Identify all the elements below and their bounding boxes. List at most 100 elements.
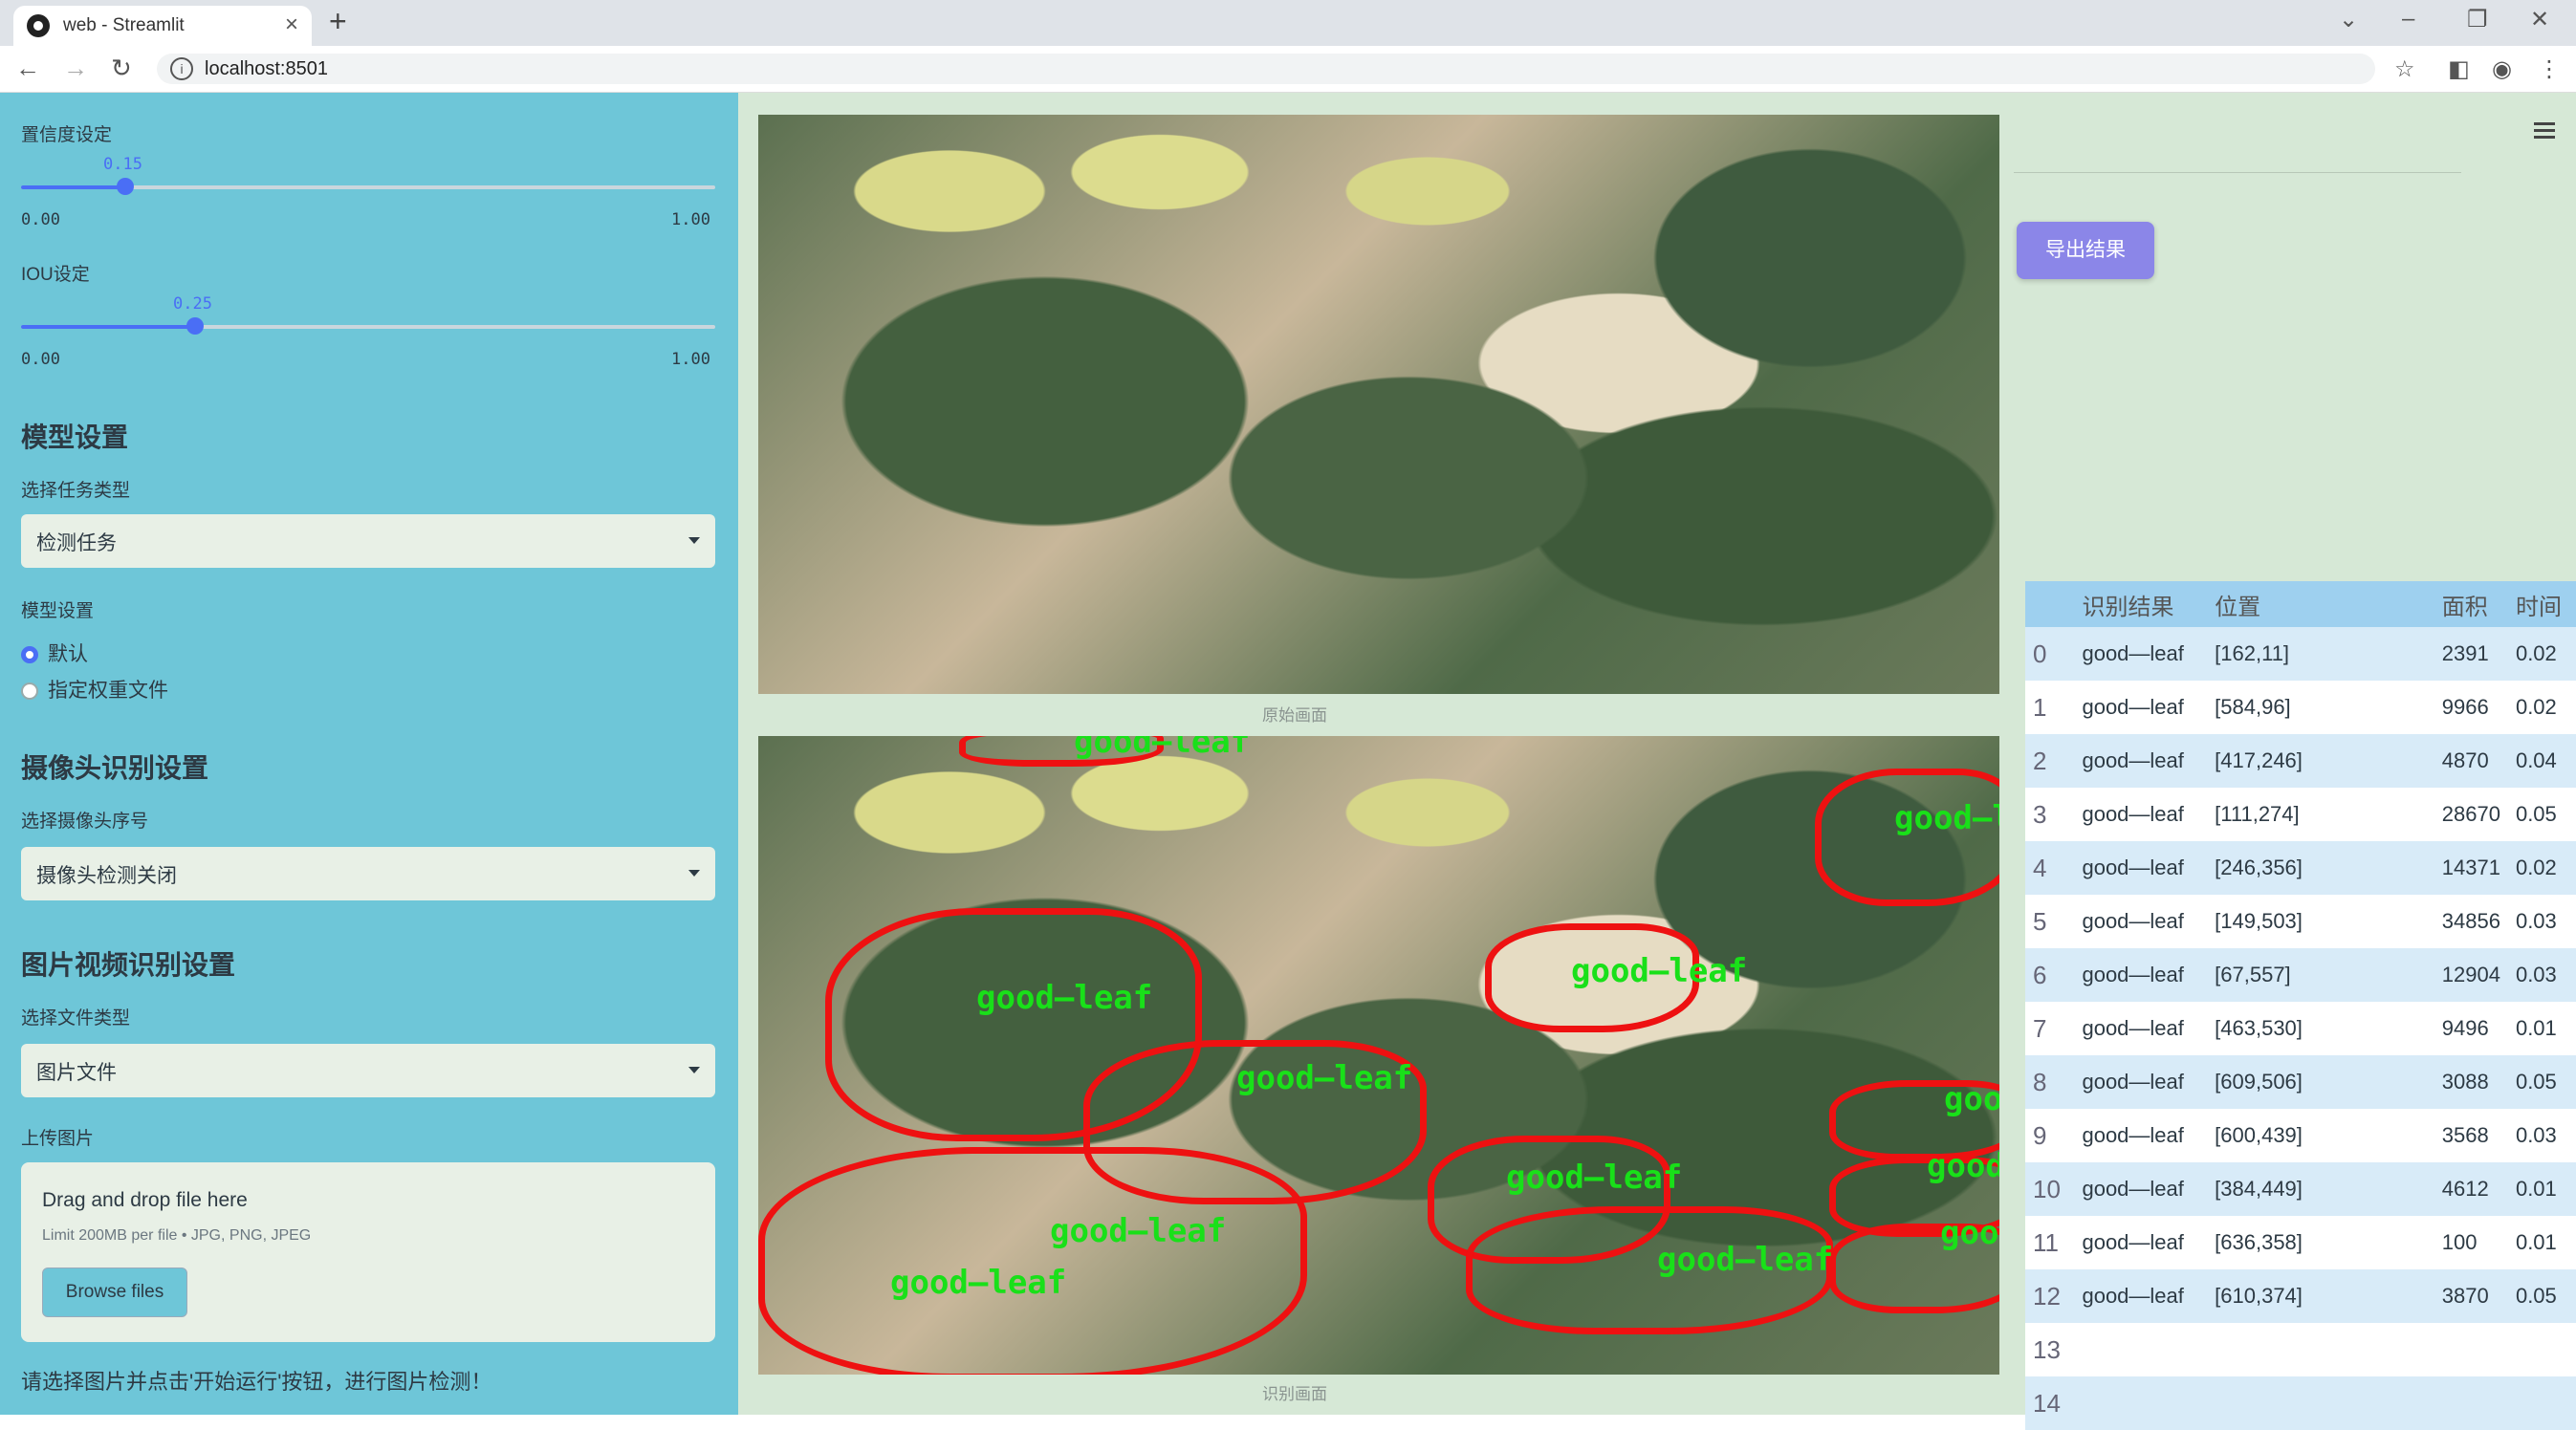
back-icon[interactable]: ←: [15, 54, 40, 83]
table-row[interactable]: 7 good—leaf [463,530] 9496 0.01: [2025, 1002, 2576, 1055]
detection-label: good—leaf: [1940, 1214, 1999, 1252]
browse-files-button[interactable]: Browse files: [42, 1268, 187, 1317]
row-index: 13: [2025, 1323, 2075, 1376]
camera-index-select[interactable]: 摄像头检测关闭: [21, 847, 715, 900]
table-header-row: 识别结果 位置 面积 时间: [2025, 581, 2576, 627]
reload-icon[interactable]: ↻: [111, 54, 132, 83]
file-type-select[interactable]: 图片文件: [21, 1044, 715, 1097]
confidence-label: 置信度设定: [21, 125, 113, 145]
confidence-slider-thumb[interactable]: [116, 178, 134, 195]
position-cell: [67,557]: [2207, 948, 2434, 1002]
table-row[interactable]: 10 good—leaf [384,449] 4612 0.01: [2025, 1162, 2576, 1216]
site-info-icon[interactable]: i: [170, 57, 193, 80]
table-row[interactable]: 3 good—leaf [111,274] 28670 0.05: [2025, 788, 2576, 841]
tab-search-icon[interactable]: ⌄: [2339, 6, 2358, 33]
chevron-down-icon: [688, 870, 700, 877]
new-tab-icon[interactable]: +: [329, 4, 347, 39]
dropzone-text: Drag and drop file here: [42, 1189, 248, 1211]
confidence-max: 1.00: [671, 210, 710, 229]
time-cell: 0.03: [2507, 1109, 2576, 1162]
position-cell: [636,358]: [2207, 1216, 2434, 1269]
detection-label: good—leaf: [1074, 736, 1251, 761]
area-cell: 28670: [2434, 788, 2508, 841]
radio-custom-label: 指定权重文件: [48, 680, 168, 702]
restore-icon[interactable]: ❐: [2467, 6, 2488, 33]
time-cell: 0.01: [2507, 1162, 2576, 1216]
column-header[interactable]: 时间: [2507, 581, 2576, 627]
close-window-icon[interactable]: ✕: [2530, 6, 2549, 33]
bookmark-star-icon[interactable]: ☆: [2394, 55, 2415, 83]
column-header[interactable]: 识别结果: [2074, 581, 2208, 627]
table-row[interactable]: 9 good—leaf [600,439] 3568 0.03: [2025, 1109, 2576, 1162]
detection-label: good—leaf: [976, 979, 1153, 1017]
task-type-select[interactable]: 检测任务: [21, 514, 715, 568]
camera-settings-heading: 摄像头识别设置: [21, 753, 209, 783]
result-cell: good—leaf: [2074, 1055, 2208, 1109]
area-cell: 4870: [2434, 734, 2508, 788]
column-header[interactable]: 位置: [2207, 581, 2434, 627]
close-tab-icon[interactable]: ×: [285, 11, 298, 38]
area-cell: 12904: [2434, 948, 2508, 1002]
detection-label: good—leaf: [1944, 1080, 1999, 1118]
instruction-hint: 请选择图片并点击'开始运行'按钮，进行图片检测！: [21, 1370, 492, 1394]
result-cell: good—leaf: [2074, 734, 2208, 788]
export-results-button[interactable]: 导出结果: [2017, 222, 2154, 279]
time-cell: 0.04: [2507, 734, 2576, 788]
url-field[interactable]: i localhost:8501: [157, 54, 2375, 84]
profile-avatar-icon[interactable]: ◉: [2492, 55, 2512, 83]
row-index: 2: [2025, 734, 2075, 788]
detection-label: good—leaf: [1236, 1059, 1413, 1097]
result-cell: good—leaf: [2074, 895, 2208, 948]
table-row[interactable]: 1 good—leaf [584,96] 9966 0.02: [2025, 681, 2576, 734]
browser-menu-icon[interactable]: ⋮: [2538, 55, 2561, 83]
row-index: 10: [2025, 1162, 2075, 1216]
radio-custom-weights[interactable]: 指定权重文件: [21, 675, 168, 704]
confidence-slider[interactable]: [21, 178, 715, 195]
result-cell: [2074, 1376, 2208, 1430]
row-index: 7: [2025, 1002, 2075, 1055]
radio-default[interactable]: 默认: [21, 639, 88, 667]
confidence-value: 0.15: [103, 155, 142, 174]
tab-title: web - Streamlit: [63, 15, 185, 35]
task-type-label: 选择任务类型: [21, 481, 131, 501]
confidence-min: 0.00: [21, 210, 60, 229]
column-header[interactable]: 面积: [2434, 581, 2508, 627]
table-row[interactable]: 13: [2025, 1323, 2576, 1376]
iou-label: IOU设定: [21, 265, 90, 285]
table-row[interactable]: 4 good—leaf [246,356] 14371 0.02: [2025, 841, 2576, 895]
position-cell: [384,449]: [2207, 1162, 2434, 1216]
minimize-icon[interactable]: –: [2402, 6, 2414, 32]
result-cell: good—leaf: [2074, 1162, 2208, 1216]
radio-selected-icon: [21, 646, 38, 664]
time-cell: 0.03: [2507, 895, 2576, 948]
original-caption: 原始画面: [1262, 706, 1327, 725]
row-index: 6: [2025, 948, 2075, 1002]
address-bar-row: ← → ↻ i localhost:8501 ☆ ◧ ◉ ⋮: [0, 46, 2576, 93]
forward-icon[interactable]: →: [63, 54, 88, 83]
row-index: 9: [2025, 1109, 2075, 1162]
column-header[interactable]: [2025, 581, 2075, 627]
table-row[interactable]: 6 good—leaf [67,557] 12904 0.03: [2025, 948, 2576, 1002]
table-row[interactable]: 0 good—leaf [162,11] 2391 0.02: [2025, 627, 2576, 681]
table-row[interactable]: 11 good—leaf [636,358] 100 0.01: [2025, 1216, 2576, 1269]
table-row[interactable]: 12 good—leaf [610,374] 3870 0.05: [2025, 1269, 2576, 1323]
browser-tab[interactable]: web - Streamlit ×: [13, 6, 312, 46]
area-cell: 34856: [2434, 895, 2508, 948]
row-index: 5: [2025, 895, 2075, 948]
position-cell: [417,246]: [2207, 734, 2434, 788]
table-row[interactable]: 5 good—leaf [149,503] 34856 0.03: [2025, 895, 2576, 948]
side-panel-icon[interactable]: ◧: [2448, 55, 2470, 83]
url-text: localhost:8501: [205, 58, 328, 79]
file-dropzone[interactable]: Drag and drop file here Limit 200MB per …: [21, 1162, 715, 1342]
table-row[interactable]: 2 good—leaf [417,246] 4870 0.04: [2025, 734, 2576, 788]
iou-slider-thumb[interactable]: [186, 317, 204, 335]
result-cell: good—leaf: [2074, 1269, 2208, 1323]
time-cell: 0.05: [2507, 1269, 2576, 1323]
hamburger-menu-icon[interactable]: [2534, 122, 2555, 142]
iou-slider[interactable]: [21, 317, 715, 335]
dropzone-limit: Limit 200MB per file • JPG, PNG, JPEG: [42, 1227, 312, 1244]
table-row[interactable]: 8 good—leaf [609,506] 3088 0.05: [2025, 1055, 2576, 1109]
file-settings-heading: 图片视频识别设置: [21, 950, 236, 980]
table-row[interactable]: 14: [2025, 1376, 2576, 1430]
time-cell: 0.02: [2507, 681, 2576, 734]
